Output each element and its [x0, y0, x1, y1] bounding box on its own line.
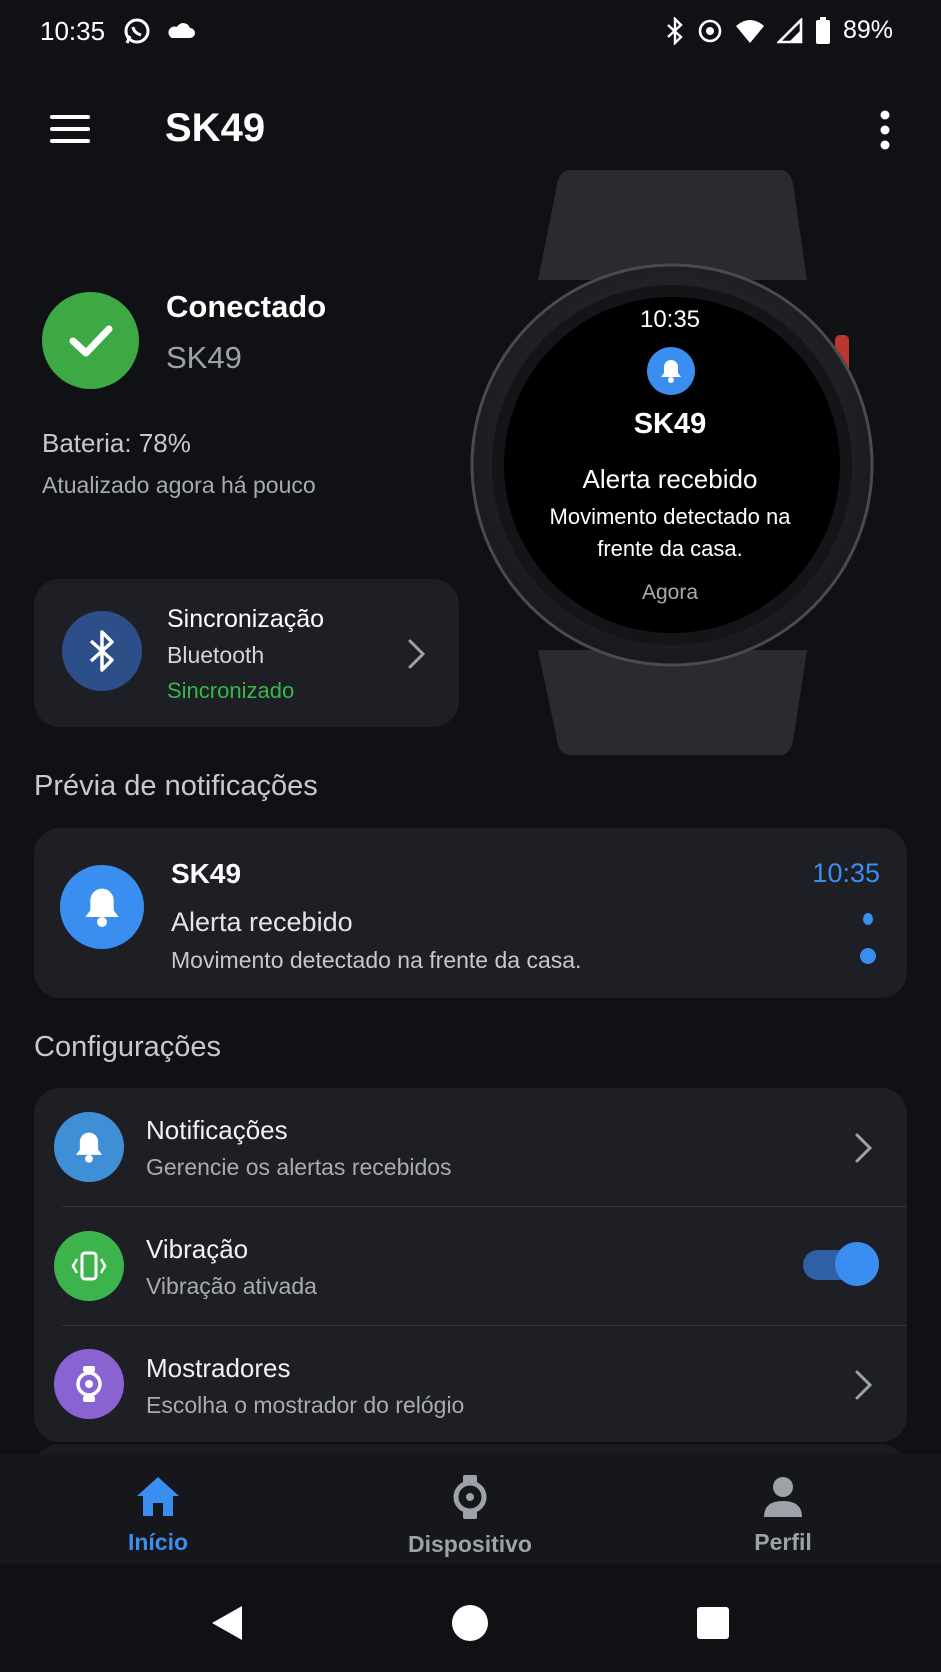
- person-icon: [764, 1477, 802, 1517]
- bell-icon: [54, 1112, 124, 1182]
- connected-device-name: SK49: [166, 340, 242, 375]
- home-icon: [137, 1477, 179, 1516]
- last-updated: Atualizado agora há pouco: [42, 472, 316, 498]
- nav-label: Dispositivo: [408, 1531, 532, 1557]
- page-title: SK49: [165, 106, 266, 150]
- bluetooth-sync-icon: [62, 611, 142, 691]
- chevron-right-icon: [408, 639, 426, 669]
- location-icon: [698, 19, 722, 42]
- notification-app: SK49: [171, 858, 242, 889]
- recents-icon[interactable]: [696, 1606, 730, 1640]
- unread-indicator: [863, 913, 873, 925]
- chevron-right-icon: [855, 1370, 873, 1400]
- more-options-icon[interactable]: [879, 110, 891, 150]
- section-title-notifications: Prévia de notificações: [34, 770, 318, 802]
- nav-item-home[interactable]: Início: [58, 1474, 258, 1556]
- nav-label: Início: [127, 1529, 189, 1555]
- whatsapp-icon: [124, 18, 150, 44]
- signal-icon: [776, 17, 803, 43]
- notification-body: Movimento detectado na frente da casa.: [171, 947, 582, 973]
- settings-row-watch-faces[interactable]: [34, 1326, 907, 1442]
- unread-dot: [860, 948, 876, 964]
- chevron-right-icon: [855, 1133, 873, 1163]
- battery-percent: 89%: [842, 16, 893, 44]
- sync-method: Bluetooth: [167, 642, 265, 668]
- settings-row-title: Vibração: [146, 1234, 249, 1264]
- notification-time: 10:35: [812, 858, 880, 888]
- settings-row-title: Mostradores: [146, 1353, 291, 1383]
- watch-alert-when: Agora: [641, 581, 699, 604]
- toggle-knob: [835, 1242, 879, 1286]
- battery-icon: [815, 16, 830, 44]
- wifi-icon: [735, 19, 764, 43]
- home-button-icon[interactable]: [451, 1604, 489, 1642]
- watch-bell-icon: [647, 347, 695, 395]
- sync-state: Sincronizado: [167, 678, 295, 703]
- notification-title: Alerta recebido: [171, 907, 353, 937]
- menu-icon[interactable]: [50, 113, 90, 145]
- vibration-toggle[interactable]: [803, 1242, 879, 1286]
- bell-icon: [60, 865, 144, 949]
- watch-alert-message: Movimento detectado na frente da casa.: [549, 504, 791, 561]
- cloud-icon: [168, 23, 195, 38]
- settings-row-subtitle: Escolha o mostrador do relógio: [146, 1392, 465, 1418]
- connected-check-icon: [42, 292, 139, 389]
- status-time: 10:35: [40, 16, 106, 46]
- watch-icon: [453, 1475, 487, 1519]
- watch-alert-title: Alerta recebido: [582, 464, 758, 494]
- bluetooth-icon: [667, 16, 683, 45]
- sync-title: Sincronização: [167, 605, 325, 633]
- vibration-icon: [54, 1231, 124, 1301]
- watch-time: 10:35: [639, 306, 701, 333]
- settings-row-notifications[interactable]: [34, 1088, 907, 1206]
- device-battery: Bateria: 78%: [42, 428, 191, 458]
- settings-row-subtitle: Gerencie os alertas recebidos: [146, 1154, 452, 1180]
- settings-row-subtitle: Vibração ativada: [146, 1273, 317, 1299]
- nav-item-device[interactable]: Dispositivo: [370, 1474, 570, 1558]
- section-title-settings: Configurações: [34, 1031, 221, 1063]
- nav-item-profile[interactable]: Perfil: [683, 1474, 883, 1556]
- settings-row-vibration[interactable]: [34, 1207, 907, 1325]
- watch-face-icon: [54, 1349, 124, 1419]
- nav-label: Perfil: [754, 1529, 812, 1555]
- settings-row-title: Notificações: [146, 1115, 288, 1145]
- watch-device-name: SK49: [633, 408, 707, 440]
- back-icon[interactable]: [208, 1604, 246, 1642]
- connection-status: Conectado: [166, 289, 327, 324]
